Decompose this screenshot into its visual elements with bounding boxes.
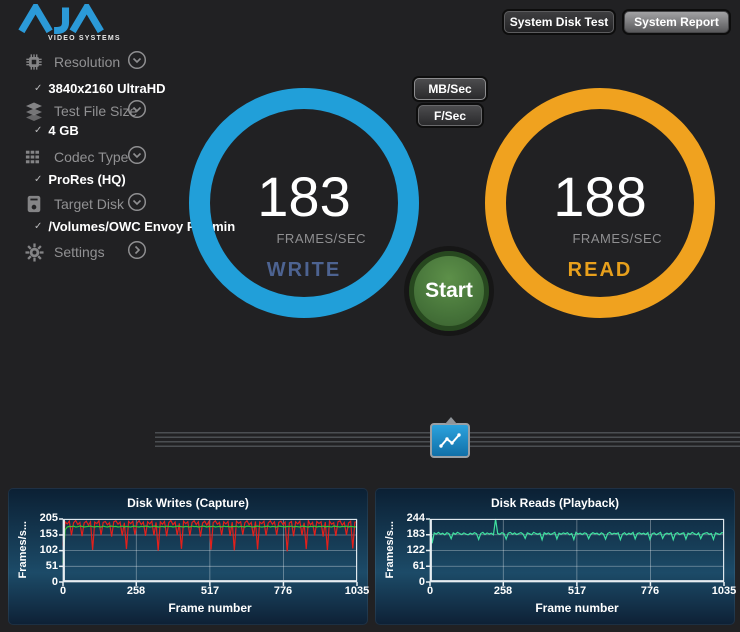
chart-title: Disk Writes (Capture) — [127, 496, 249, 510]
aja-system-test-window: VIDEO SYSTEMS System Disk Test System Re… — [0, 0, 740, 632]
aja-logo: VIDEO SYSTEMS — [14, 0, 134, 42]
y-tick: 51 — [45, 559, 58, 572]
write-label: WRITE — [266, 259, 342, 281]
cpu-icon — [24, 52, 44, 72]
start-button-label: Start — [425, 279, 473, 302]
sidebar-item-codec-type[interactable]: Codec Type — [24, 145, 128, 169]
triangle-up-icon — [445, 417, 457, 424]
aja-logo-mark — [18, 0, 104, 34]
disk-writes-plot — [59, 518, 358, 586]
sidebar-item-label: Target Disk — [54, 196, 125, 212]
x-tick: 258 — [493, 585, 513, 597]
x-tick: 517 — [567, 585, 587, 597]
x-tick: 0 — [426, 585, 434, 597]
sidebar-item-settings[interactable]: Settings — [24, 240, 105, 264]
sidebar-item-label: Codec Type — [54, 149, 129, 165]
chevron-right-icon[interactable] — [127, 240, 147, 260]
x-tick: 776 — [273, 585, 293, 597]
chevron-down-icon[interactable] — [127, 192, 147, 212]
read-gauge: 188 FRAMES/SEC READ — [485, 88, 715, 318]
chart-title: Disk Reads (Playback) — [490, 496, 620, 510]
x-tick: 258 — [126, 585, 146, 597]
y-tick: 153 — [39, 528, 58, 540]
write-unit: FRAMES/SEC — [276, 231, 366, 246]
system-report-button[interactable]: System Report — [624, 11, 729, 33]
y-tick: 205 — [39, 512, 58, 524]
x-tick: 1035 — [711, 585, 737, 597]
x-tick: 0 — [59, 585, 67, 597]
y-tick: 122 — [406, 544, 425, 556]
codec-type-value[interactable]: ✓ ProRes (HQ) — [34, 171, 126, 187]
start-button[interactable]: Start — [409, 251, 489, 331]
write-gauge: 183 FRAMES/SEC WRITE — [189, 88, 419, 318]
y-tick: 102 — [39, 544, 58, 556]
chart-panel-toggle-button[interactable] — [430, 417, 470, 458]
x-tick: 1035 — [344, 585, 370, 597]
check-icon: ✓ — [34, 220, 43, 232]
x-axis-label: Frame number — [168, 601, 252, 615]
read-value: 188 — [553, 165, 647, 228]
check-icon: ✓ — [34, 82, 43, 94]
check-icon: ✓ — [34, 173, 43, 185]
sidebar-item-label: Test File Size — [54, 103, 138, 119]
y-tick: 0 — [418, 575, 425, 588]
grid-icon — [24, 147, 44, 167]
y-tick: 0 — [51, 575, 58, 588]
chevron-down-icon[interactable] — [127, 50, 147, 70]
chevron-down-icon[interactable] — [127, 145, 147, 165]
sidebar-item-label: Resolution — [54, 54, 121, 70]
x-tick: 517 — [200, 585, 220, 597]
system-disk-test-button[interactable]: System Disk Test — [504, 11, 614, 33]
disk-writes-chart-panel: Disk Writes (Capture) Frames/s... 205 15… — [8, 488, 370, 625]
sidebar-item-target-disk[interactable]: Target Disk — [24, 192, 124, 216]
y-tick: 61 — [412, 559, 425, 572]
read-unit: FRAMES/SEC — [572, 231, 662, 246]
write-value: 183 — [257, 165, 351, 228]
sidebar-item-test-file-size[interactable]: Test File Size — [24, 99, 137, 123]
y-tick: 244 — [406, 512, 425, 524]
test-file-size-value[interactable]: ✓ 4 GB — [34, 122, 79, 138]
y-tick: 183 — [406, 528, 425, 540]
mb-per-sec-button[interactable]: MB/Sec — [414, 78, 486, 100]
disk-reads-plot — [426, 518, 725, 586]
resolution-value[interactable]: ✓ 3840x2160 UltraHD — [34, 80, 165, 96]
disk-reads-chart-panel: Disk Reads (Playback) Frames/s... 244 18… — [375, 488, 737, 625]
gear-icon — [24, 242, 44, 262]
f-per-sec-button[interactable]: F/Sec — [418, 105, 482, 126]
layers-icon — [24, 101, 44, 121]
sidebar-item-label: Settings — [54, 244, 105, 260]
x-tick: 776 — [640, 585, 660, 597]
x-axis-label: Frame number — [535, 601, 619, 615]
read-label: READ — [567, 259, 633, 281]
sidebar-item-resolution[interactable]: Resolution — [24, 50, 120, 74]
disk-icon — [24, 194, 44, 214]
logo-subtitle: VIDEO SYSTEMS — [48, 35, 121, 42]
check-icon: ✓ — [34, 124, 43, 136]
line-chart-icon — [439, 432, 461, 448]
chevron-down-icon[interactable] — [127, 99, 147, 119]
